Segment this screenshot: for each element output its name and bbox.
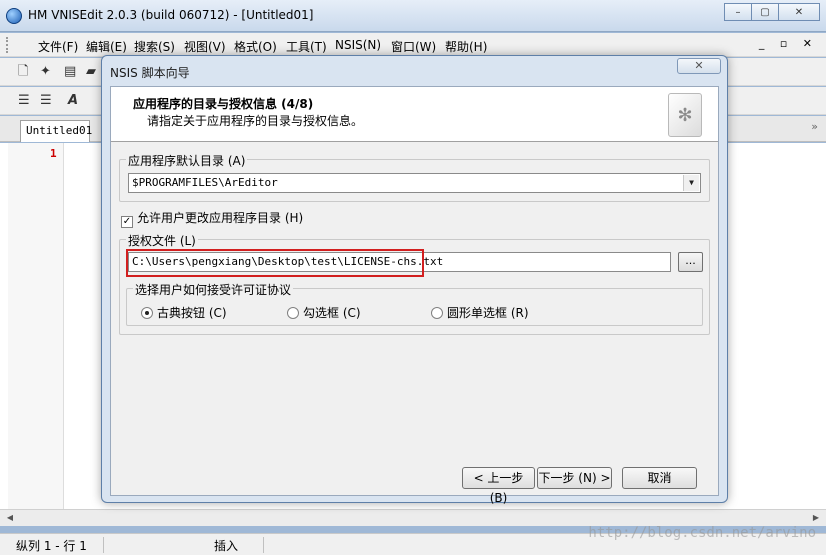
wizard-header: 应用程序的目录与授权信息 (4/8) 请指定关于应用程序的目录与授权信息。 ✻ — [111, 87, 718, 142]
wizard-icon[interactable]: ✦ — [40, 65, 54, 79]
outdent-icon[interactable]: ☰ — [40, 94, 54, 108]
license-group: 授权文件 (L) C:\Users\pengxiang\Desktop\test… — [119, 232, 710, 335]
open-folder-icon[interactable]: ▰ — [86, 65, 100, 79]
radio-classic-label: 古典按钮 (C) — [157, 306, 227, 320]
menu-help[interactable]: 帮助(H) — [445, 38, 487, 55]
allow-change-checkbox[interactable]: ✓ — [121, 216, 133, 228]
dialog-close-button[interactable]: ✕ — [677, 58, 721, 74]
allow-change-row[interactable]: ✓ 允许用户更改应用程序目录 (H) — [121, 209, 303, 228]
radio-checkbox-dot[interactable] — [287, 307, 299, 319]
allow-change-label: 允许用户更改应用程序目录 (H) — [137, 211, 304, 225]
menu-file[interactable]: 文件(F) — [38, 38, 78, 55]
menu-edit[interactable]: 编辑(E) — [86, 38, 127, 55]
default-dir-group: 应用程序默认目录 (A) $PROGRAMFILES\ArEditor ▼ — [119, 152, 710, 202]
cancel-button[interactable]: 取消 — [622, 467, 697, 489]
menu-grip — [6, 37, 9, 53]
title-bar: HM VNISEdit 2.0.3 (build 060712) - [Unti… — [0, 0, 826, 32]
restore-button[interactable]: ▢ — [751, 3, 779, 21]
browse-button[interactable]: ... — [678, 252, 703, 272]
radio-checkbox[interactable]: 勾选框 (C) — [287, 304, 361, 321]
wizard-book-icon: ✻ — [668, 93, 702, 137]
line-number: 1 — [50, 147, 57, 160]
next-button[interactable]: 下一步 (N) > — [537, 467, 612, 489]
insert-mode: 插入 — [186, 537, 264, 553]
menu-window[interactable]: 窗口(W) — [391, 38, 436, 55]
license-group-label: 授权文件 (L) — [126, 232, 198, 249]
accept-method-label: 选择用户如何接受许可证协议 — [133, 281, 294, 298]
radio-classic-dot[interactable] — [141, 307, 153, 319]
highlight-box — [126, 249, 424, 277]
radio-checkbox-label: 勾选框 (C) — [303, 306, 361, 320]
default-dir-value: $PROGRAMFILES\ArEditor — [132, 176, 278, 189]
chevron-down-icon[interactable]: ▼ — [683, 175, 699, 191]
scroll-left-icon[interactable]: ◀ — [2, 511, 18, 525]
horizontal-scrollbar[interactable]: ◀ ▶ — [0, 509, 826, 526]
app-icon — [6, 8, 22, 24]
radio-radio-label: 圆形单选框 (R) — [447, 306, 529, 320]
indent-icon[interactable]: ☰ — [18, 94, 32, 108]
minimize-button[interactable]: – — [724, 3, 752, 21]
template-icon[interactable]: ▤ — [64, 65, 78, 79]
radio-radio[interactable]: 圆形单选框 (R) — [431, 304, 529, 321]
default-dir-combo[interactable]: $PROGRAMFILES\ArEditor ▼ — [128, 173, 701, 193]
menu-tools[interactable]: 工具(T) — [286, 38, 327, 55]
new-file-icon[interactable]: 🗋 — [18, 65, 32, 79]
close-button[interactable]: ✕ — [778, 3, 820, 21]
line-gutter — [8, 143, 64, 509]
tab-overflow-icon[interactable]: » — [811, 120, 818, 133]
menu-nsis[interactable]: NSIS(N) — [335, 38, 381, 52]
back-button[interactable]: < 上一步 (B) — [462, 467, 535, 505]
step-title: 应用程序的目录与授权信息 (4/8) — [133, 97, 314, 111]
menu-format[interactable]: 格式(O) — [234, 38, 277, 55]
scroll-right-icon[interactable]: ▶ — [808, 511, 824, 525]
accept-method-group: 选择用户如何接受许可证协议 古典按钮 (C) 勾选框 (C) 圆形单选框 (R) — [126, 281, 703, 326]
menu-view[interactable]: 视图(V) — [184, 38, 226, 55]
step-subtitle: 请指定关于应用程序的目录与授权信息。 — [147, 114, 364, 128]
mdi-controls[interactable]: _ ▫ ✕ — [759, 37, 818, 50]
dialog-body: 应用程序的目录与授权信息 (4/8) 请指定关于应用程序的目录与授权信息。 ✻ … — [110, 86, 719, 505]
cursor-position: 纵列 1 - 行 1 — [10, 537, 104, 553]
default-dir-label: 应用程序默认目录 (A) — [126, 152, 248, 169]
font-icon[interactable]: A — [68, 94, 82, 108]
radio-classic[interactable]: 古典按钮 (C) — [141, 304, 227, 321]
menu-search[interactable]: 搜索(S) — [134, 38, 175, 55]
window-title: HM VNISEdit 2.0.3 (build 060712) - [Unti… — [28, 8, 314, 22]
radio-radio-dot[interactable] — [431, 307, 443, 319]
nsis-wizard-dialog: NSIS 脚本向导 ✕ 应用程序的目录与授权信息 (4/8) 请指定关于应用程序… — [101, 55, 728, 505]
menu-bar: 文件(F) 编辑(E) 搜索(S) 视图(V) 格式(O) 工具(T) NSIS… — [0, 33, 826, 57]
dialog-title: NSIS 脚本向导 — [110, 66, 190, 80]
watermark: http://blog.csdn.net/arvino — [588, 525, 816, 541]
tab-untitled01[interactable]: Untitled01 — [20, 120, 92, 142]
